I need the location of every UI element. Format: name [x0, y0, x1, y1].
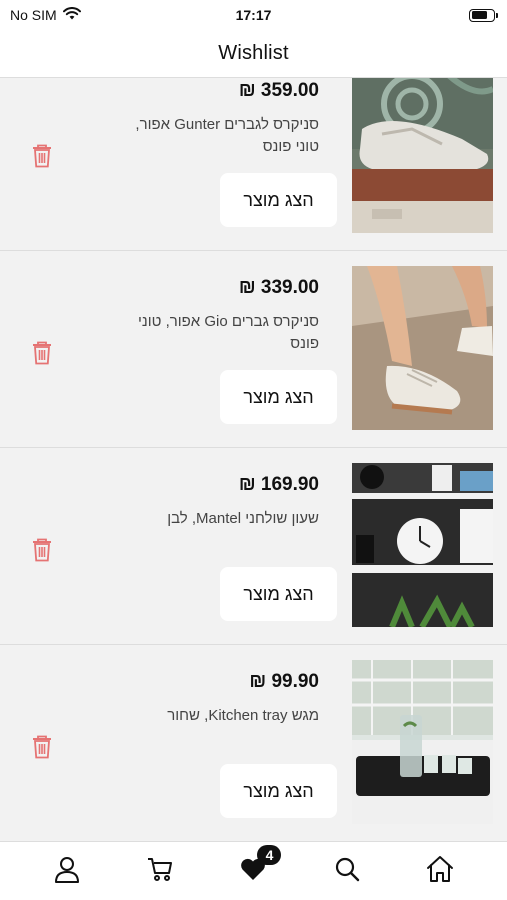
- trash-icon[interactable]: [32, 538, 52, 562]
- status-bar: No SIM 17:17: [0, 0, 507, 30]
- wishlist-item: ₪ 99.90 מגש Kitchen tray, שחור הצג מוצר: [0, 645, 507, 841]
- product-title[interactable]: מגש Kitchen tray, שחור: [119, 705, 319, 727]
- battery-icon: [469, 8, 498, 22]
- view-product-button[interactable]: הצג מוצר: [220, 173, 337, 227]
- page-title: Wishlist: [218, 42, 289, 64]
- view-product-button[interactable]: הצג מוצר: [220, 764, 337, 818]
- battery-level: [471, 11, 488, 19]
- wishlist-item: ₪ 359.00 סניקרס לגברים Gunter אפור, טוני…: [0, 78, 507, 251]
- wifi-icon: [62, 7, 81, 23]
- tab-bar: 4: [0, 841, 507, 900]
- tab-search[interactable]: [327, 851, 367, 891]
- product-price: ₪ 169.90: [238, 474, 319, 495]
- product-image[interactable]: [352, 463, 493, 627]
- view-product-button[interactable]: הצג מוצר: [220, 370, 337, 424]
- user-icon: [53, 855, 81, 888]
- product-image[interactable]: [352, 660, 493, 824]
- product-price: ₪ 99.90: [249, 671, 319, 692]
- trash-icon[interactable]: [32, 735, 52, 759]
- product-image[interactable]: [352, 78, 493, 233]
- nav-header: Wishlist: [0, 30, 507, 78]
- product-title[interactable]: סניקרס גברים Gio אפור, טוני פונס: [119, 311, 319, 355]
- view-product-button[interactable]: הצג מוצר: [220, 567, 337, 621]
- product-title[interactable]: סניקרס לגברים Gunter אפור, טוני פונס: [119, 114, 319, 158]
- wishlist-list[interactable]: ₪ 359.00 סניקרס לגברים Gunter אפור, טוני…: [0, 78, 507, 841]
- wishlist-item: ₪ 169.90 שעון שולחני Mantel, לבן הצג מוצ…: [0, 448, 507, 645]
- tab-profile[interactable]: [47, 851, 87, 891]
- trash-icon[interactable]: [32, 144, 52, 168]
- tab-wishlist[interactable]: 4: [233, 845, 282, 891]
- search-icon: [333, 855, 361, 888]
- carrier-label: No SIM: [10, 7, 57, 23]
- tab-cart[interactable]: [140, 851, 180, 891]
- wishlist-count-badge: 4: [257, 845, 282, 865]
- home-icon: [425, 854, 455, 889]
- product-image[interactable]: [352, 266, 493, 430]
- status-left: No SIM: [10, 7, 81, 23]
- product-title[interactable]: שעון שולחני Mantel, לבן: [119, 508, 319, 530]
- cart-icon: [146, 855, 174, 888]
- tab-home[interactable]: [420, 851, 460, 891]
- wishlist-item: ₪ 339.00 סניקרס גברים Gio אפור, טוני פונ…: [0, 251, 507, 448]
- product-price: ₪ 339.00: [238, 277, 319, 298]
- product-price: ₪ 359.00: [238, 80, 319, 101]
- trash-icon[interactable]: [32, 341, 52, 365]
